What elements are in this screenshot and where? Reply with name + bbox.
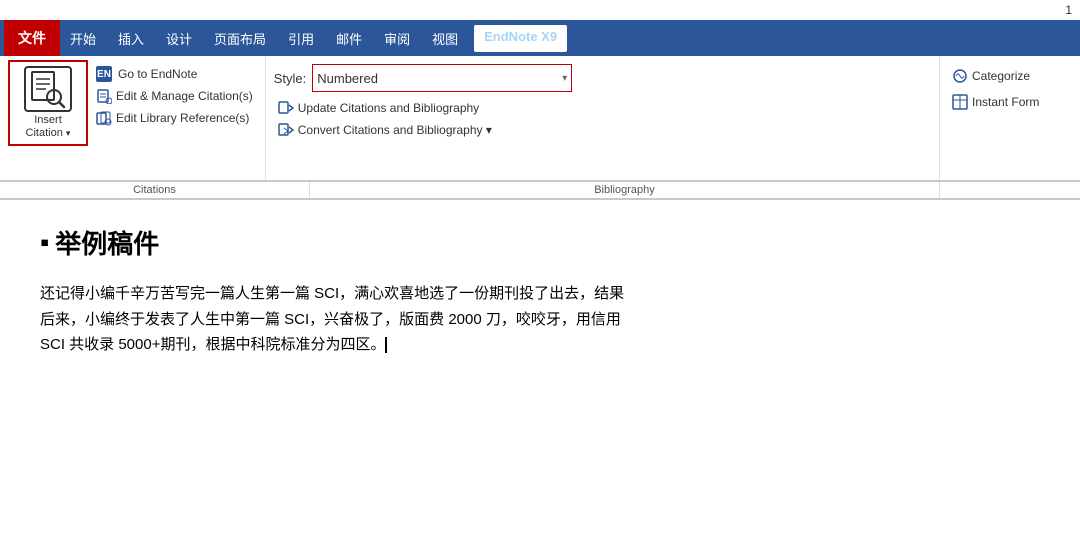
en-icon: EN xyxy=(96,66,112,82)
document-content: ▪ 举例稿件 还记得小编千辛万苦写完一篇人生第一篇 SCI，满心欢喜地选了一份期… xyxy=(0,200,1080,378)
empty-label-cell xyxy=(940,182,1080,198)
edit-citation-icon xyxy=(96,88,112,104)
menu-item-review[interactable]: 审阅 xyxy=(374,25,420,52)
update-citations-button[interactable]: Update Citations and Bibliography xyxy=(274,98,931,118)
menu-item-mailings[interactable]: 邮件 xyxy=(326,25,372,52)
ribbon-labels: Citations Bibliography xyxy=(0,182,1080,200)
text-cursor xyxy=(385,337,387,353)
bibliography-section: Style: Numbered ▾ Update Citations and B… xyxy=(266,56,940,180)
edit-manage-citations-button[interactable]: Edit & Manage Citation(s) xyxy=(92,86,257,106)
edit-library-icon xyxy=(96,110,112,126)
menu-item-design[interactable]: 设计 xyxy=(156,25,202,52)
citations-section-label: Citations xyxy=(0,182,310,198)
citations-section-content: Insert Citation ▾ EN Go to EndNote xyxy=(8,60,257,176)
title-bullet: ▪ xyxy=(40,227,49,258)
document-title: ▪ 举例稿件 xyxy=(40,224,1040,261)
style-row: Style: Numbered ▾ xyxy=(274,64,931,92)
page-number: 1 xyxy=(1065,3,1072,17)
menu-bar: 文件 开始 插入 设计 页面布局 引用 邮件 审阅 视图 EndNote X9 xyxy=(0,20,1080,56)
insert-citation-button[interactable]: Insert Citation ▾ xyxy=(8,60,88,146)
menu-item-start[interactable]: 开始 xyxy=(60,25,106,52)
convert-citations-icon xyxy=(278,122,294,138)
categorize-button[interactable]: Categorize xyxy=(948,66,1072,86)
menu-item-endnote[interactable]: EndNote X9 xyxy=(474,25,567,52)
citations-section: Insert Citation ▾ EN Go to EndNote xyxy=(0,56,266,180)
go-to-endnote-button[interactable]: EN Go to EndNote xyxy=(92,64,257,84)
instant-form-icon xyxy=(952,94,968,110)
file-menu-button[interactable]: 文件 xyxy=(4,20,60,56)
style-select-value: Numbered xyxy=(317,71,378,86)
menu-items: 开始 插入 设计 页面布局 引用 邮件 审阅 视图 EndNote X9 xyxy=(60,25,567,52)
document-body[interactable]: 还记得小编千辛万苦写完一篇人生第一篇 SCI，满心欢喜地选了一份期刊投了出去，结… xyxy=(40,281,1040,358)
bibliography-section-label: Bibliography xyxy=(310,182,940,198)
top-bar: 1 xyxy=(0,0,1080,20)
menu-item-insert[interactable]: 插入 xyxy=(108,25,154,52)
menu-item-references[interactable]: 引用 xyxy=(278,25,324,52)
style-select[interactable]: Numbered ▾ xyxy=(312,64,572,92)
update-citations-icon xyxy=(278,100,294,116)
right-section: Categorize Instant Form xyxy=(940,56,1080,180)
style-label: Style: xyxy=(274,71,307,86)
ribbon-content: Insert Citation ▾ EN Go to EndNote xyxy=(0,56,1080,182)
small-buttons-group: EN Go to EndNote Edit & Manage Citation(… xyxy=(92,60,257,128)
insert-citation-svg xyxy=(28,69,68,109)
instant-form-button[interactable]: Instant Form xyxy=(948,92,1072,112)
menu-item-pagelayout[interactable]: 页面布局 xyxy=(204,25,276,52)
edit-library-reference-button[interactable]: Edit Library Reference(s) xyxy=(92,108,257,128)
insert-citation-icon xyxy=(24,66,72,112)
convert-citations-button[interactable]: Convert Citations and Bibliography ▾ xyxy=(274,120,931,140)
categorize-icon xyxy=(952,68,968,84)
menu-item-view[interactable]: 视图 xyxy=(422,25,468,52)
mid-buttons-group: Update Citations and Bibliography Conver… xyxy=(274,98,931,140)
style-select-arrow: ▾ xyxy=(562,73,567,84)
insert-citation-label: Insert Citation ▾ xyxy=(26,114,71,140)
